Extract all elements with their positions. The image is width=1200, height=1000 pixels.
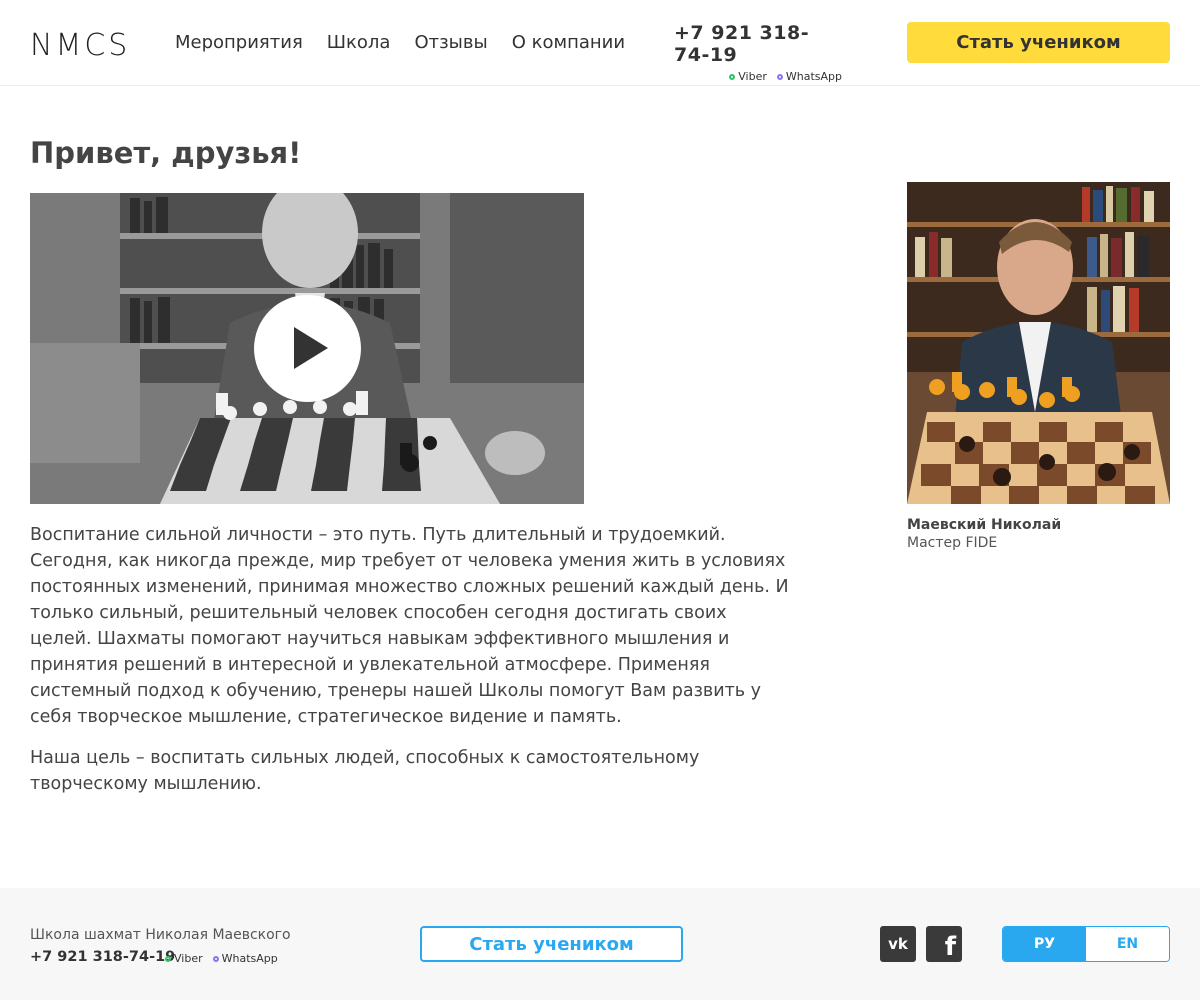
- play-icon[interactable]: [254, 295, 361, 402]
- footer-messengers: Viber WhatsApp: [165, 952, 278, 965]
- intro-paragraph-2: Наша цель – воспитать сильных людей, спо…: [30, 748, 700, 794]
- nav-item-events[interactable]: Мероприятия: [175, 32, 303, 53]
- contact-block: +7 921 318-74-19 Viber WhatsApp: [674, 22, 844, 83]
- logo[interactable]: NMCS: [30, 28, 130, 63]
- dot-icon: [776, 73, 783, 80]
- lang-ru-button[interactable]: РУ: [1003, 927, 1086, 961]
- vk-icon[interactable]: vk: [880, 926, 916, 962]
- messengers: Viber WhatsApp: [674, 70, 844, 83]
- nav-item-about[interactable]: О компании: [512, 32, 625, 53]
- phone-number[interactable]: +7 921 318-74-19: [674, 22, 844, 66]
- lang-en-button[interactable]: EN: [1086, 927, 1169, 961]
- footer-school-name: Школа шахмат Николая Маевского: [30, 927, 291, 943]
- whatsapp-label: WhatsApp: [785, 70, 842, 83]
- viber-label: Viber: [738, 70, 767, 83]
- footer-viber-link[interactable]: Viber: [165, 952, 203, 965]
- dot-icon: [212, 955, 219, 962]
- main-nav: Мероприятия Школа Отзывы О компании: [175, 32, 625, 53]
- site-footer: Школа шахмат Николая Маевского +7 921 31…: [0, 888, 1200, 1000]
- intro-text: Воспитание сильной личности – это путь. …: [30, 522, 790, 797]
- site-header: NMCS Мероприятия Школа Отзывы О компании…: [0, 0, 1200, 86]
- facebook-icon[interactable]: f: [926, 926, 962, 962]
- viber-link[interactable]: Viber: [729, 70, 767, 83]
- footer-viber-label: Viber: [174, 952, 203, 965]
- intro-paragraph-1: Воспитание сильной личности – это путь. …: [30, 525, 789, 727]
- coach-photo: [907, 182, 1170, 504]
- footer-phone-number[interactable]: +7 921 318-74-19: [30, 949, 175, 965]
- become-student-button[interactable]: Стать учеником: [907, 22, 1170, 63]
- footer-whatsapp-label: WhatsApp: [221, 952, 278, 965]
- dot-icon: [729, 73, 736, 80]
- footer-become-student-button[interactable]: Стать учеником: [420, 926, 683, 962]
- coach-name: Маевский Николай: [907, 517, 1062, 533]
- dot-icon: [165, 955, 171, 962]
- nav-item-school[interactable]: Школа: [327, 32, 391, 53]
- whatsapp-link[interactable]: WhatsApp: [776, 70, 842, 83]
- nav-item-reviews[interactable]: Отзывы: [414, 32, 487, 53]
- page-title: Привет, друзья!: [30, 136, 302, 170]
- footer-whatsapp-link[interactable]: WhatsApp: [212, 952, 278, 965]
- coach-photo-image: [907, 182, 1170, 504]
- video-player[interactable]: [30, 193, 584, 504]
- language-switcher: РУ EN: [1002, 926, 1170, 962]
- coach-title: Мастер FIDE: [907, 535, 998, 551]
